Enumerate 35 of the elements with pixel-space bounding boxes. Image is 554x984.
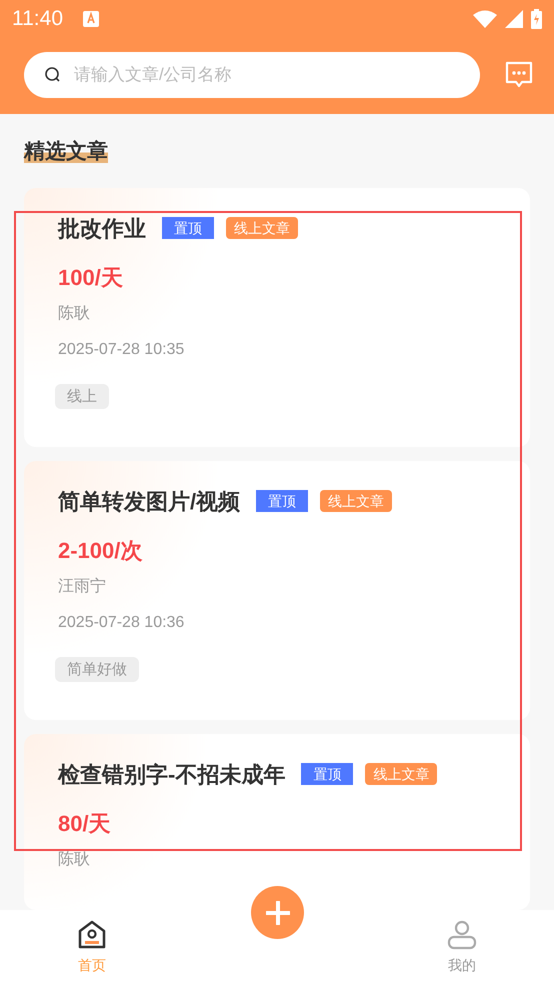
publish-date: 2025-07-28 10:35: [58, 340, 186, 360]
author-name: 陈耿: [58, 304, 91, 324]
signal-icon: [505, 10, 523, 28]
article-price: 80/天: [58, 810, 112, 838]
article-price: 2-100/次: [58, 536, 144, 564]
keyboard-icon: [83, 11, 99, 27]
search-icon: [44, 66, 62, 84]
status-time: 11:40: [12, 6, 63, 32]
person-icon: [446, 918, 478, 950]
type-badge: 线上文章: [365, 763, 438, 785]
article-card[interactable]: 批改作业 置顶 线上文章 100/天 陈耿 2025-07-28 10:35 线上: [24, 188, 530, 446]
article-price: 100/天: [58, 264, 124, 292]
wifi-icon: [473, 10, 497, 28]
pinned-badge: 置顶: [256, 490, 308, 512]
article-card[interactable]: 检查错别字-不招未成年 置顶 线上文章 80/天 陈耿: [24, 734, 530, 910]
pinned-badge: 置顶: [301, 763, 354, 785]
article-title: 简单转发图片/视频: [58, 488, 240, 516]
battery-icon: [531, 9, 542, 29]
article-title: 批改作业: [58, 214, 146, 242]
home-icon: [76, 918, 108, 950]
plus-icon: [266, 900, 290, 924]
article-tag: 简单好做: [55, 656, 139, 682]
article-card[interactable]: 简单转发图片/视频 置顶 线上文章 2-100/次 汪雨宁 2025-07-28 10:36 简单好做: [24, 460, 530, 720]
type-badge: 线上文章: [320, 490, 392, 512]
article-title: 检查错别字-不招未成年: [58, 760, 286, 788]
type-badge: 线上文章: [226, 217, 298, 239]
message-button[interactable]: [504, 61, 534, 89]
article-tag: 线上: [55, 384, 109, 408]
chat-icon: [504, 61, 534, 89]
author-name: 陈耿: [58, 850, 91, 870]
search-field[interactable]: 请输入文章/公司名称: [24, 52, 480, 98]
search-input[interactable]: 请输入文章/公司名称: [74, 62, 460, 88]
author-name: 汪雨宁: [58, 576, 107, 596]
publish-date: 2025-07-28 10:36: [58, 612, 186, 632]
pinned-badge: 置顶: [162, 217, 214, 239]
